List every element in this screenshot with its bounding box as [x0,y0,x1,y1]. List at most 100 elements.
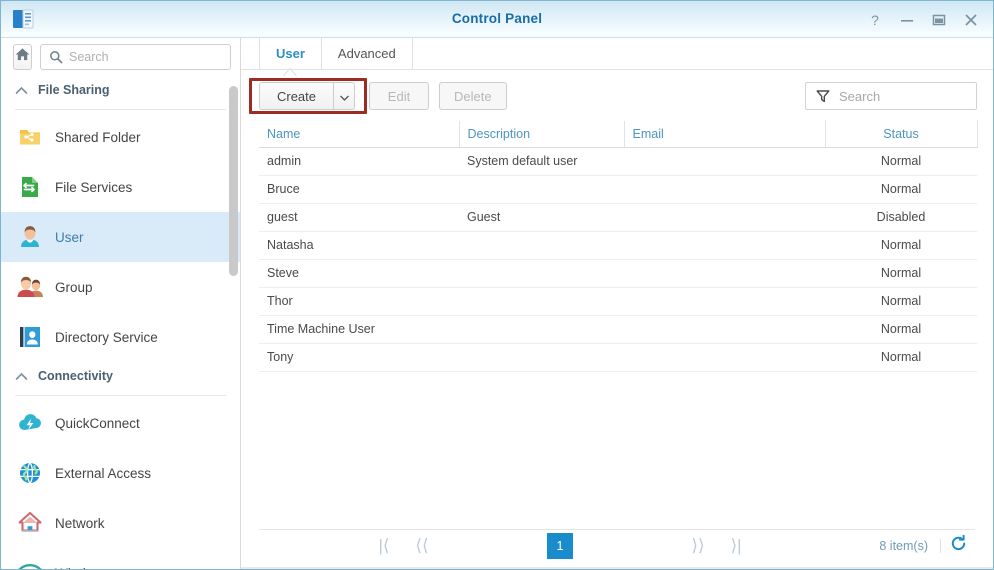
sidebar-scrollbar[interactable] [229,86,238,566]
filter-search-input[interactable] [837,87,993,105]
cell-description [459,259,624,288]
main-panel: User Advanced Create Edit Delete Search … [241,38,993,569]
column-header-email[interactable]: Email [624,121,826,148]
table-row[interactable]: Natasha Normal [259,231,977,260]
shared-folder-icon [17,124,43,150]
table-row[interactable]: Time Machine User Normal [259,315,977,344]
group-icon [17,274,43,300]
cell-description [459,315,624,344]
sidebar-toolbar [1,38,240,76]
first-page-button[interactable]: |⟨ [371,533,397,559]
sidebar-divider [15,109,226,110]
wireless-icon [17,560,43,569]
sidebar-item-shared-folder[interactable]: Shared Folder [1,112,240,162]
help-button[interactable]: ? [864,9,886,31]
sidebar-search-box[interactable] [40,44,231,70]
cell-name: admin [259,147,459,176]
window-body: File Sharing Shared Fold [1,38,993,569]
svg-text:?: ? [871,12,879,28]
cell-email [624,147,825,176]
chevron-up-icon [15,86,28,95]
delete-button-label: Delete [454,88,492,104]
cell-name: Thor [259,287,459,316]
edit-button[interactable]: Edit [369,82,429,110]
cell-name: Bruce [259,175,459,204]
previous-page-button[interactable]: ⟨⟨ [409,533,435,559]
home-button[interactable] [13,44,32,70]
minimize-button[interactable] [896,9,918,31]
last-page-button[interactable]: ⟩| [723,533,749,559]
search-icon [49,50,63,64]
sidebar-group-label: File Sharing [38,83,110,97]
sidebar-item-file-services[interactable]: File Services [1,162,240,212]
sidebar-item-label: User [55,229,84,245]
cell-name: Tony [259,343,459,372]
sidebar-item-network[interactable]: Network [1,498,240,548]
sidebar-item-directory-service[interactable]: Directory Service [1,312,240,362]
tab-user[interactable]: User [259,38,322,69]
sidebar-item-user[interactable]: User [1,212,240,262]
cell-status: Normal [825,259,977,288]
sidebar-group-file-sharing[interactable]: File Sharing [1,76,240,104]
table-row[interactable]: Thor Normal [259,287,977,316]
toolbar: Create Edit Delete [241,70,993,122]
maximize-button[interactable] [928,9,950,31]
sidebar-item-label: External Access [55,465,152,481]
cell-email [624,175,825,204]
sidebar-item-group[interactable]: Group [1,262,240,312]
file-services-icon [17,174,43,200]
table-header-row: Name Description Email Status [259,121,978,148]
sidebar-group-label: Connectivity [38,369,114,383]
directory-service-icon [17,324,43,350]
delete-button[interactable]: Delete [439,82,507,110]
table-row[interactable]: Bruce Normal [259,175,977,204]
cell-name: Time Machine User [259,315,459,344]
cell-status: Normal [825,315,977,344]
cell-description: System default user [459,147,624,176]
table-row[interactable]: Steve Normal [259,259,977,288]
sidebar-item-label: File Services [55,179,133,195]
sidebar-item-wireless[interactable]: Wireless [1,548,240,569]
cell-email [624,315,825,344]
title-bar: Control Panel ? [1,1,993,38]
cell-status: Normal [825,343,977,372]
cell-email [624,343,825,372]
sidebar-item-label: Shared Folder [55,129,141,145]
tab-label: Advanced [337,46,396,61]
column-header-status[interactable]: Status [825,121,978,148]
sidebar-divider [15,395,226,396]
sidebar-scrollbar-thumb[interactable] [229,86,238,276]
page-number-button[interactable]: 1 [547,532,573,559]
cell-email [624,203,825,232]
sidebar-item-label: Wireless [55,566,107,570]
create-dropdown-button[interactable] [333,82,355,110]
cell-description: Guest [459,203,624,232]
cell-name: Natasha [259,231,459,260]
cell-status: Normal [825,175,977,204]
refresh-button[interactable] [941,533,975,559]
column-header-description[interactable]: Description [459,121,625,148]
sidebar-item-external-access[interactable]: External Access [1,448,240,498]
filter-search-box[interactable] [805,82,993,110]
tab-advanced[interactable]: Advanced [322,38,413,69]
table-header: Name Description Email Status [259,121,978,148]
sidebar-item-quickconnect[interactable]: QuickConnect [1,398,240,448]
cell-name: Steve [259,259,459,288]
column-header-name[interactable]: Name [259,121,460,148]
create-button[interactable]: Create [259,82,333,110]
cell-description [459,287,624,316]
page-title: Control Panel [451,11,543,26]
cell-email [624,259,825,288]
tab-bar: User Advanced [241,38,993,70]
cell-email [624,287,825,316]
table-row[interactable]: Tony Normal [259,343,977,372]
next-page-button[interactable]: ⟩⟩ [685,533,711,559]
close-button[interactable] [960,9,982,31]
table-body: admin System default user Normal Bruce N… [259,147,977,372]
table-row[interactable]: guest Guest Disabled [259,203,977,232]
sidebar-search-input[interactable] [69,50,230,64]
sidebar-group-connectivity[interactable]: Connectivity [1,362,240,390]
quickconnect-icon [17,410,43,436]
table-row[interactable]: admin System default user Normal [259,147,977,176]
cell-description [459,175,624,204]
